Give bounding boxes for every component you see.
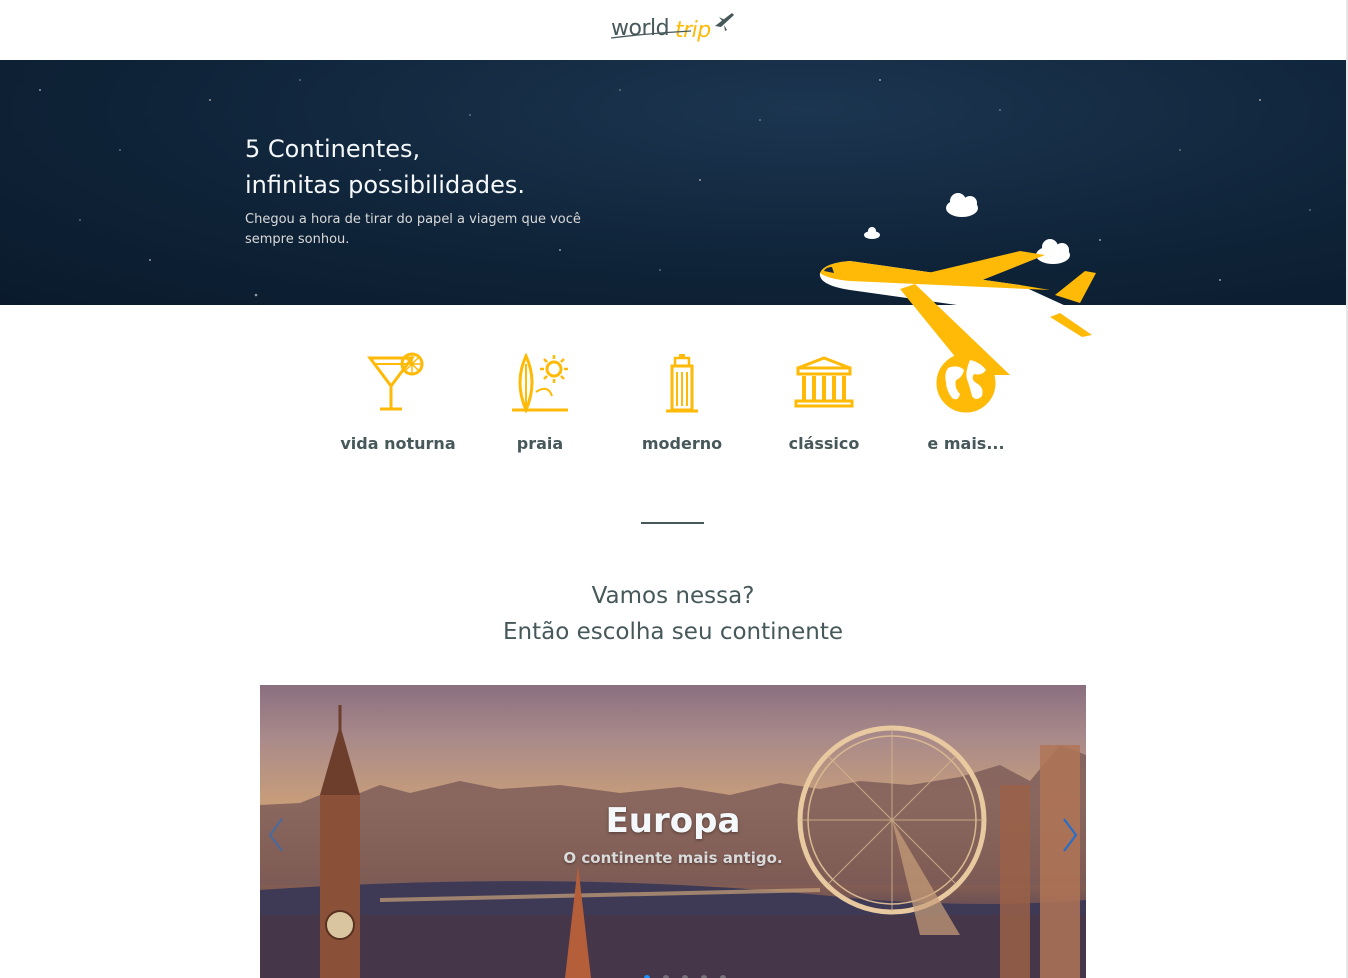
continent-cta-heading: Vamos nessa? Então escolha seu continent… — [0, 578, 1346, 650]
continent-slider[interactable]: Europa O continente mais antigo. — [260, 685, 1086, 978]
travel-categories: vida noturna praia moderno clássico e ma… — [0, 352, 1346, 462]
starfield — [39, 79, 1311, 297]
museum-icon — [794, 356, 854, 408]
category-moderno[interactable]: moderno — [612, 352, 752, 453]
banner-title-line1: 5 Continentes, — [245, 135, 421, 163]
airplane-icon — [611, 13, 734, 39]
slider-next-button[interactable] — [1060, 815, 1080, 855]
chevron-right-icon — [1063, 818, 1078, 852]
site-header: world trip — [0, 0, 1346, 60]
category-label: moderno — [641, 434, 723, 453]
slider-pagination — [640, 966, 730, 978]
slide-subtitle: O continente mais antigo. — [563, 849, 783, 867]
category-label: clássico — [788, 434, 860, 453]
cta-line2: Então escolha seu continente — [502, 619, 844, 645]
slider-prev-button[interactable] — [266, 815, 286, 855]
category-classico[interactable]: clássico — [754, 352, 894, 453]
category-label: praia — [516, 434, 564, 453]
category-praia[interactable]: praia — [470, 352, 610, 453]
hero-banner: 5 Continentes, infinitas possibilidades.… — [0, 60, 1346, 375]
cocktail-icon — [367, 352, 424, 411]
banner-title-line2: infinitas possibilidades. — [245, 171, 526, 199]
surf-sun-icon — [512, 352, 568, 414]
category-label: e mais... — [927, 434, 1005, 453]
banner-title: 5 Continentes, infinitas possibilidades. — [245, 131, 525, 203]
category-e-mais[interactable]: e mais... — [896, 352, 1036, 453]
airplane-illustration — [819, 193, 1096, 375]
section-divider — [641, 522, 704, 524]
worldtrip-logo[interactable]: world trip — [611, 9, 736, 49]
banner-subtitle: Chegou a hora de tirar do papel a viagem… — [245, 212, 581, 247]
category-vida-noturna[interactable]: vida noturna — [328, 352, 468, 453]
chevron-left-icon — [268, 818, 283, 852]
skyscraper-icon — [666, 354, 698, 413]
slide-title[interactable]: Europa — [260, 801, 1086, 841]
globe-icon — [936, 353, 996, 413]
category-label: vida noturna — [340, 434, 456, 453]
cta-line1: Vamos nessa? — [591, 583, 755, 609]
